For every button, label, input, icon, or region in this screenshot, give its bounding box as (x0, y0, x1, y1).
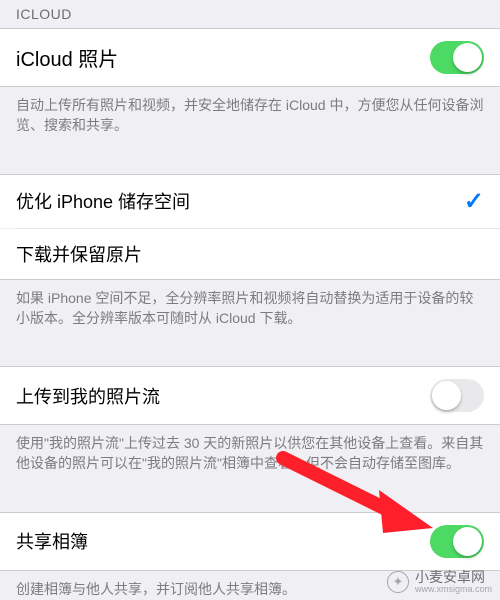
icloud-photos-label: iCloud 照片 (16, 43, 118, 72)
shared-albums-label: 共享相簿 (16, 528, 88, 554)
section-gap (0, 340, 500, 366)
icloud-photos-row[interactable]: iCloud 照片 (0, 29, 500, 86)
optimize-storage-row[interactable]: 优化 iPhone 储存空间 ✓ (0, 175, 500, 228)
download-originals-row[interactable]: 下载并保留原片 (0, 229, 500, 279)
section-gap (0, 148, 500, 174)
checkmark-icon: ✓ (464, 187, 484, 216)
shared-albums-footer: 创建相簿与他人共享，并订阅他人共享相簿。 (0, 571, 500, 600)
icloud-photos-footer: 自动上传所有照片和视频，并安全地储存在 iCloud 中，方便您从任何设备浏览、… (0, 87, 500, 148)
shared-albums-row[interactable]: 共享相簿 (0, 513, 500, 570)
section-header-icloud: ICLOUD (0, 0, 500, 28)
photo-stream-toggle[interactable] (430, 379, 484, 412)
photo-stream-row[interactable]: 上传到我的照片流 (0, 367, 500, 424)
section-gap (0, 486, 500, 512)
photo-stream-footer: 使用"我的照片流"上传过去 30 天的新照片以供您在其他设备上查看。来自其他设备… (0, 425, 500, 486)
optimize-storage-label: 优化 iPhone 储存空间 (16, 188, 190, 214)
shared-albums-toggle[interactable] (430, 525, 484, 558)
storage-footer: 如果 iPhone 空间不足，全分辨率照片和视频将自动替换为适用于设备的较小版本… (0, 280, 500, 341)
photo-stream-label: 上传到我的照片流 (16, 383, 160, 409)
download-originals-label: 下载并保留原片 (16, 241, 142, 267)
icloud-photos-toggle[interactable] (430, 41, 484, 74)
